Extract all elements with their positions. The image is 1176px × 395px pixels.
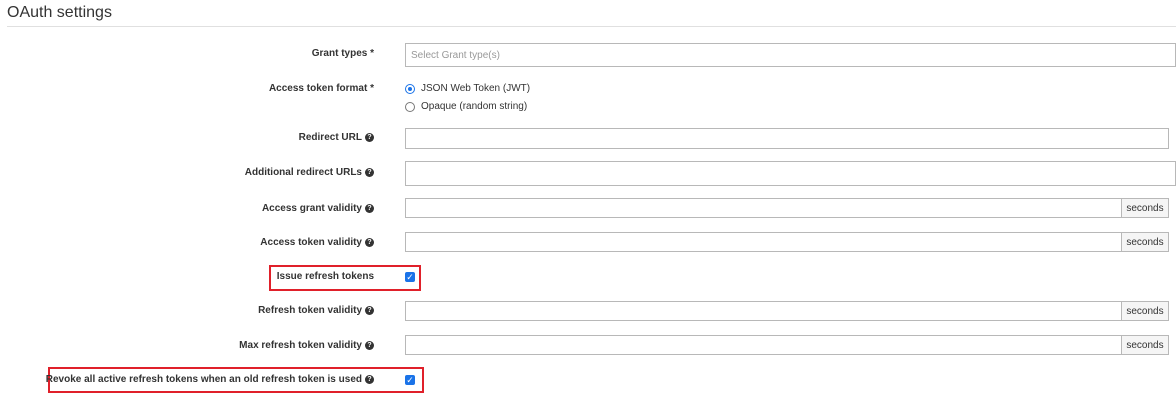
additional-redirect-urls-input[interactable]: [405, 161, 1176, 186]
grant-types-label: Grant types *: [311, 48, 374, 59]
access-token-validity-input[interactable]: [405, 232, 1122, 252]
access-grant-validity-label: Access grant validity ?: [262, 203, 374, 214]
access-token-validity-label: Access token validity ?: [260, 237, 374, 248]
refresh-token-validity-input[interactable]: [405, 301, 1122, 321]
additional-redirect-urls-label: Additional redirect URLs ?: [245, 167, 374, 178]
revoke-refresh-tokens-checkbox[interactable]: ✓: [405, 375, 415, 385]
issue-refresh-tokens-checkbox[interactable]: ✓: [405, 272, 415, 282]
refresh-token-validity-group: seconds: [405, 301, 1169, 321]
help-icon[interactable]: ?: [365, 341, 374, 350]
radio-opaque-label: Opaque (random string): [421, 101, 528, 112]
oauth-settings-page: OAuth settings Grant types * Select Gran…: [0, 0, 1176, 395]
seconds-addon: seconds: [1122, 335, 1169, 355]
revoke-refresh-tokens-label: Revoke all active refresh tokens when an…: [46, 374, 374, 385]
help-icon[interactable]: ?: [365, 375, 374, 384]
checkmark-icon: ✓: [406, 375, 414, 385]
title-divider: [7, 26, 1176, 27]
redirect-url-input[interactable]: [405, 128, 1169, 149]
refresh-token-validity-label: Refresh token validity ?: [258, 305, 374, 316]
grant-types-select[interactable]: Select Grant type(s): [405, 43, 1176, 67]
grant-types-placeholder: Select Grant type(s): [411, 50, 500, 61]
seconds-addon: seconds: [1122, 198, 1169, 218]
max-refresh-token-validity-input[interactable]: [405, 335, 1122, 355]
access-token-validity-group: seconds: [405, 232, 1169, 252]
radio-opaque[interactable]: Opaque (random string): [405, 101, 527, 112]
redirect-url-label: Redirect URL ?: [299, 132, 374, 143]
max-refresh-token-validity-label: Max refresh token validity ?: [239, 340, 374, 351]
radio-jwt-label: JSON Web Token (JWT): [421, 83, 531, 94]
seconds-addon: seconds: [1122, 301, 1169, 321]
access-grant-validity-group: seconds: [405, 198, 1169, 218]
radio-jwt[interactable]: JSON Web Token (JWT): [405, 83, 530, 94]
help-icon[interactable]: ?: [365, 168, 374, 177]
section-title: OAuth settings: [7, 4, 112, 21]
help-icon[interactable]: ?: [365, 133, 374, 142]
issue-refresh-tokens-label: Issue refresh tokens: [276, 271, 374, 282]
radio-jwt-button[interactable]: [405, 83, 415, 94]
max-refresh-token-validity-group: seconds: [405, 335, 1169, 355]
checkmark-icon: ✓: [406, 272, 414, 282]
help-icon[interactable]: ?: [365, 306, 374, 315]
seconds-addon: seconds: [1122, 232, 1169, 252]
access-grant-validity-input[interactable]: [405, 198, 1122, 218]
access-token-format-label: Access token format *: [268, 83, 374, 94]
radio-opaque-button[interactable]: [405, 101, 415, 112]
help-icon[interactable]: ?: [365, 204, 374, 213]
help-icon[interactable]: ?: [365, 238, 374, 247]
